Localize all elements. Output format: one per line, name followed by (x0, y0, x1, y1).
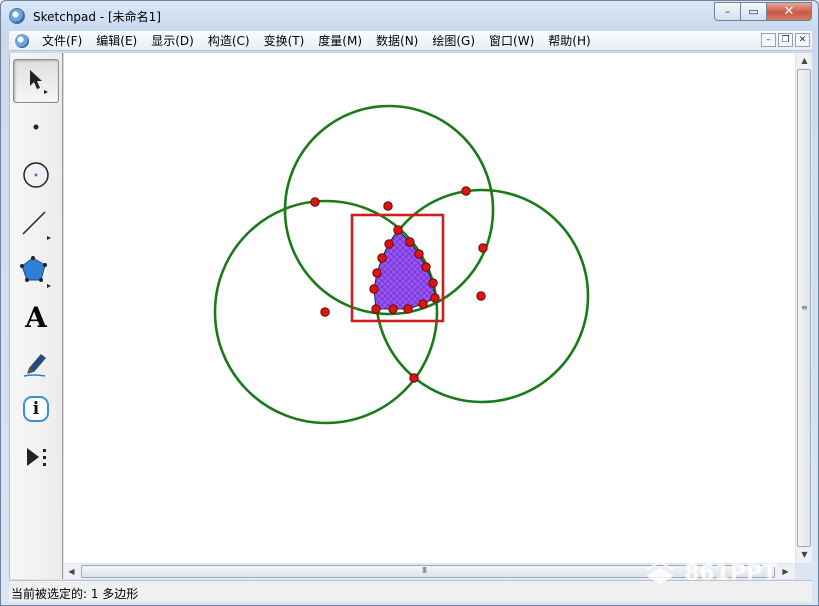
polygon-vertex[interactable] (430, 293, 440, 303)
menu-measure[interactable]: 度量(M) (311, 31, 369, 51)
polygon-vertex[interactable] (371, 304, 381, 314)
doc-minimize-button[interactable]: – (761, 33, 776, 47)
close-button[interactable]: ✕ (767, 2, 812, 21)
vertical-scrollbar[interactable]: ▲ ≡ ▼ (795, 53, 812, 563)
status-text: 当前被选定的: 1 多边形 (11, 587, 139, 601)
text-tool-icon: A (25, 300, 47, 334)
information-tool-letter: i (32, 399, 40, 419)
polygon-vertex[interactable] (384, 239, 394, 249)
point[interactable] (478, 243, 488, 253)
vertical-grip: ≡ (801, 303, 808, 312)
polygon-tool[interactable] (13, 249, 59, 293)
menu-edit[interactable]: 编辑(E) (89, 31, 144, 51)
point-tool[interactable] (13, 105, 59, 149)
menu-file[interactable]: 文件(F) (35, 31, 89, 51)
vertical-scroll-thumb[interactable]: ≡ (797, 69, 811, 547)
point[interactable] (320, 307, 330, 317)
polygon-vertex[interactable] (377, 253, 387, 263)
menu-bar: 文件(F) 编辑(E) 显示(D) 构造(C) 变换(T) 度量(M) 数据(N… (9, 31, 812, 51)
sketch-drawing (213, 104, 590, 425)
polygon-vertex[interactable] (393, 225, 403, 235)
watermark-icon: 861PPT (645, 560, 777, 586)
menu-construct[interactable]: 构造(C) (201, 31, 257, 51)
point[interactable] (476, 291, 486, 301)
sketch-canvas[interactable] (64, 53, 795, 563)
app-window: Sketchpad - [未命名1] – ▭ ✕ 文件(F) 编辑(E) 显示(… (0, 0, 819, 606)
marker-tool-icon (23, 354, 46, 377)
scroll-left-arrow-icon[interactable]: ◀ (64, 564, 79, 579)
doc-close-button[interactable]: ✕ (795, 33, 810, 47)
arrow-tool[interactable] (13, 59, 59, 103)
polygon-vertex[interactable] (388, 304, 398, 314)
custom-tool[interactable] (13, 435, 59, 479)
custom-tool-icon (27, 448, 46, 466)
point-tool-icon (33, 124, 39, 130)
straightedge-tool-icon (22, 211, 51, 240)
polygon-vertex[interactable] (414, 249, 424, 259)
watermark-logo: 861PPT (636, 556, 806, 586)
watermark-text: 861PPT (684, 561, 777, 586)
polygon-vertex[interactable] (421, 262, 431, 272)
point[interactable] (409, 373, 419, 383)
menu-window[interactable]: 窗口(W) (482, 31, 541, 51)
polygon-vertex[interactable] (369, 284, 379, 294)
marker-tool[interactable] (13, 341, 59, 385)
menu-graph[interactable]: 绘图(G) (425, 31, 482, 51)
point[interactable] (310, 197, 320, 207)
menu-transform[interactable]: 变换(T) (257, 31, 312, 51)
information-tool[interactable]: i (13, 387, 59, 431)
menu-display[interactable]: 显示(D) (144, 31, 201, 51)
maximize-button[interactable]: ▭ (741, 2, 767, 21)
menu-help[interactable]: 帮助(H) (541, 31, 597, 51)
polygon-vertex[interactable] (405, 237, 415, 247)
menu-number[interactable]: 数据(N) (369, 31, 425, 51)
polygon-vertex[interactable] (403, 304, 413, 314)
compass-tool[interactable] (13, 153, 59, 197)
selection-arrow-icon (30, 70, 48, 94)
document-window-controls: – ❐ ✕ (761, 33, 810, 47)
horizontal-grip: III (422, 566, 427, 575)
compass-tool-icon (23, 162, 49, 188)
straightedge-tool[interactable] (13, 201, 59, 245)
polygon-vertex[interactable] (428, 278, 438, 288)
doc-restore-button[interactable]: ❐ (778, 33, 793, 47)
polygon-vertex[interactable] (372, 268, 382, 278)
polygon-vertex[interactable] (418, 299, 428, 309)
polygon-tool-icon (20, 256, 51, 288)
point[interactable] (461, 186, 471, 196)
text-tool[interactable]: A (13, 295, 59, 339)
sketchpad-app-icon (9, 8, 25, 24)
window-controls: – ▭ ✕ (714, 2, 812, 21)
toolbox: A i (9, 53, 63, 579)
document-icon[interactable] (15, 33, 29, 48)
minimize-button[interactable]: – (714, 2, 741, 21)
point[interactable] (383, 201, 393, 211)
scroll-up-arrow-icon[interactable]: ▲ (797, 53, 812, 68)
window-title: Sketchpad - [未命名1] (33, 10, 161, 24)
information-tool-icon: i (23, 396, 49, 422)
title-bar[interactable]: Sketchpad - [未命名1] – ▭ ✕ (1, 1, 818, 31)
